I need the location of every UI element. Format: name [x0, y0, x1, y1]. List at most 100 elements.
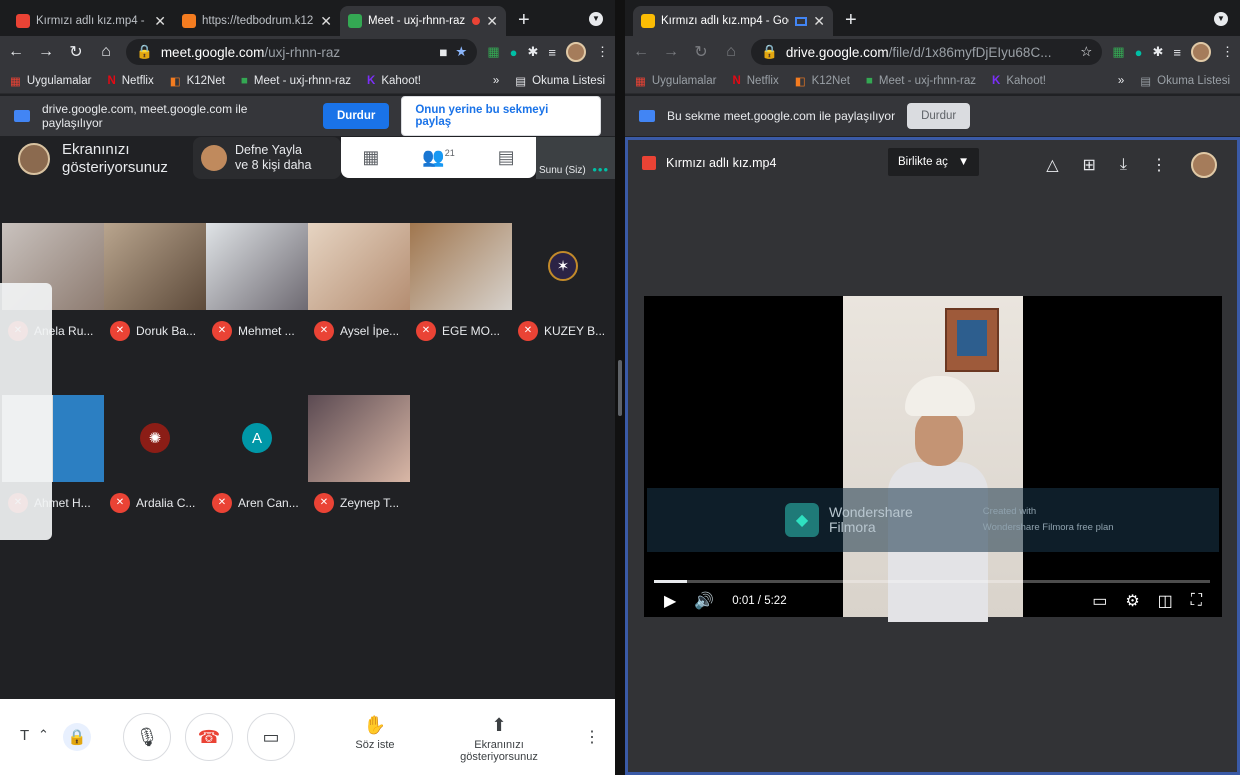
tab-k12net[interactable]: https://tedbodrum.k12n ✕ — [174, 6, 340, 36]
reload-icon[interactable]: ↻ — [691, 42, 711, 62]
bookmark-meet[interactable]: ■ Meet - uxj-rhnn-raz — [866, 75, 976, 87]
media-control-icon[interactable]: ≡ — [1173, 45, 1181, 60]
leave-call-button[interactable]: ☎ — [185, 713, 233, 761]
captions-icon[interactable]: ▭ — [1092, 591, 1107, 611]
more-bookmarks-icon[interactable]: » — [493, 75, 499, 87]
volume-icon[interactable]: 🔊 — [694, 591, 714, 611]
more-bookmarks-icon[interactable]: » — [1118, 75, 1124, 87]
stop-sharing-button[interactable]: Durdur — [323, 103, 390, 129]
participant-name: Aren Can... — [238, 495, 299, 510]
camera-icon[interactable]: ■ — [439, 45, 447, 60]
tab-drive-video[interactable]: Kırmızı adlı kız.mp4 - Goog ✕ — [633, 6, 833, 36]
chevron-up-icon[interactable]: ⌃ — [38, 727, 49, 743]
microphone-button[interactable]: 🎙 — [123, 713, 171, 761]
extension-icon[interactable]: ● — [1135, 45, 1143, 60]
share-this-tab-button[interactable]: Onun yerine bu sekmeyi paylaş — [401, 96, 601, 136]
forward-icon[interactable]: → — [36, 43, 56, 61]
bookmark-kahoot[interactable]: K Kahoot! — [367, 75, 421, 87]
bookmark-netflix[interactable]: N Netflix — [107, 75, 153, 87]
resize-grip[interactable] — [618, 360, 622, 416]
open-with-button[interactable]: Birlikte aç ▼ — [888, 148, 980, 176]
tab-drive-video[interactable]: Kırmızı adlı kız.mp4 - G ✕ — [8, 6, 174, 36]
forward-icon[interactable]: → — [661, 43, 681, 61]
play-icon[interactable]: ▶ — [664, 591, 676, 611]
participant-pill[interactable]: Defne Yayla ve 8 kişi daha — [193, 137, 341, 179]
bookmark-apps[interactable]: ▦ Uygulamalar — [10, 74, 91, 88]
browser-toolbar: ← → ↻ ⌂ 🔒 meet.google.com/uxj-rhnn-raz ■… — [0, 36, 615, 68]
meeting-details-label[interactable]: T — [20, 727, 29, 744]
bookmark-apps[interactable]: ▦ Uygulamalar — [635, 74, 716, 88]
miniplayer-icon[interactable]: ◫ — [1158, 591, 1173, 611]
participant-tile[interactable]: ✕ Zeynep T... — [308, 395, 410, 523]
new-tab-icon[interactable]: + — [833, 9, 869, 36]
tab-search-icon[interactable]: ▼ — [1214, 12, 1228, 26]
video-player[interactable]: ◆ Wondershare Filmora Created with Wonders… — [644, 296, 1222, 622]
chat-icon[interactable]: ▤ — [498, 147, 515, 168]
participant-tile[interactable]: ✕ EGE MO... — [410, 223, 512, 351]
puzzle-icon[interactable]: ✱ — [1153, 44, 1164, 60]
layout-grid-icon[interactable]: ▦ — [362, 147, 379, 168]
bookmark-k12net[interactable]: ◧ K12Net — [795, 74, 850, 88]
reading-list[interactable]: ▤ Okuma Listesi — [515, 74, 605, 88]
bookmark-netflix[interactable]: N Netflix — [732, 75, 778, 87]
tab-meet[interactable]: Meet - uxj-rhnn-raz ✕ — [340, 6, 506, 36]
tab-close-icon[interactable]: ✕ — [154, 13, 166, 30]
account-avatar[interactable] — [1191, 152, 1217, 178]
presenting-indicator: Ekranınızı gösteriyorsunuz — [18, 141, 178, 177]
download-icon[interactable]: ⤓ — [1120, 156, 1127, 174]
address-bar[interactable]: 🔒 meet.google.com/uxj-rhnn-raz ■ ★ — [126, 39, 478, 65]
reload-icon[interactable]: ↻ — [66, 42, 86, 62]
participant-tile[interactable]: ✕ Mehmet ... — [206, 223, 308, 351]
bookmark-meet[interactable]: ■ Meet - uxj-rhnn-raz — [241, 75, 351, 87]
tab-close-icon[interactable]: ✕ — [486, 13, 498, 30]
camera-button[interactable]: ▭ — [247, 713, 295, 761]
file-name: Kırmızı adlı kız.mp4 — [666, 156, 777, 170]
new-tab-icon[interactable]: + — [506, 9, 542, 36]
bookmark-k12net[interactable]: ◧ K12Net — [170, 74, 225, 88]
profile-avatar[interactable] — [1191, 42, 1211, 62]
puzzle-icon[interactable]: ✱ — [528, 44, 539, 60]
stop-sharing-button[interactable]: Durdur — [907, 103, 971, 129]
profile-avatar[interactable] — [566, 42, 586, 62]
participant-tile[interactable]: ✺ ✕ Ardalia C... — [104, 395, 206, 523]
media-control-icon[interactable]: ≡ — [548, 45, 556, 60]
tab-title: Kırmızı adlı kız.mp4 - Goog — [661, 15, 790, 27]
settings-gear-icon[interactable]: ⚙ — [1125, 591, 1139, 611]
star-icon[interactable]: ★ — [455, 44, 467, 60]
tab-close-icon[interactable]: ✕ — [320, 13, 332, 30]
more-actions-icon[interactable]: ⋮ — [1151, 155, 1167, 175]
participant-tile[interactable]: ✶ ✕ KUZEY B... — [512, 223, 614, 351]
add-comment-icon[interactable]: ⊞ — [1083, 155, 1096, 175]
participant-tile[interactable]: ✕ Aysel İpe... — [308, 223, 410, 351]
add-to-drive-icon[interactable]: △ — [1046, 155, 1058, 175]
window-divider[interactable] — [615, 0, 625, 775]
menu-icon[interactable]: ⋮ — [596, 44, 609, 60]
self-view-tile[interactable]: Sunu (Siz) ••• — [536, 137, 615, 179]
more-options-icon[interactable]: ⋮ — [584, 727, 600, 747]
bookmark-kahoot[interactable]: K Kahoot! — [992, 75, 1046, 87]
muted-mic-icon: ✕ — [110, 492, 130, 513]
home-icon[interactable]: ⌂ — [96, 43, 116, 61]
raise-hand-button[interactable]: ✋ Söz iste — [352, 715, 398, 751]
sheets-extension-icon[interactable]: ▦ — [1112, 44, 1124, 60]
tab-close-icon[interactable]: ✕ — [813, 13, 825, 30]
participant-tile[interactable]: ✕ Doruk Ba... — [104, 223, 206, 351]
star-outline-icon[interactable]: ☆ — [1080, 44, 1092, 60]
address-bar[interactable]: 🔒 drive.google.com/file/d/1x86myfDjEIyu6… — [751, 39, 1103, 65]
participants-button[interactable]: 👥21 — [422, 147, 454, 168]
back-icon[interactable]: ← — [631, 43, 651, 61]
sheets-extension-icon[interactable]: ▦ — [487, 44, 499, 60]
video-progress-bar[interactable] — [654, 580, 1210, 583]
muted-mic-icon: ✕ — [416, 320, 436, 341]
back-icon[interactable]: ← — [6, 43, 26, 61]
participant-name: Zeynep T... — [340, 495, 400, 510]
participant-tile[interactable]: A ✕ Aren Can... — [206, 395, 308, 523]
menu-icon[interactable]: ⋮ — [1221, 44, 1234, 60]
present-screen-button[interactable]: ⬆ Ekranınızı gösteriyorsunuz — [450, 715, 548, 763]
host-controls-shield-icon[interactable]: 🔒 — [63, 723, 91, 751]
fullscreen-icon[interactable]: ⛶ — [1191, 592, 1202, 610]
tab-search-icon[interactable]: ▼ — [589, 12, 603, 26]
reading-list[interactable]: ▤ Okuma Listesi — [1140, 74, 1230, 88]
home-icon[interactable]: ⌂ — [721, 43, 741, 61]
extension-icon[interactable]: ● — [510, 45, 518, 60]
